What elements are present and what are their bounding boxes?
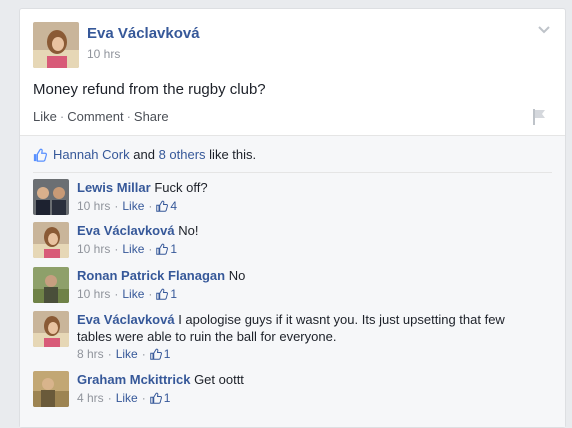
likes-suffix: like this. <box>209 147 257 162</box>
chevron-down-icon[interactable] <box>537 25 551 35</box>
comment-body: Graham Mckittrick Get oottt <box>77 371 517 388</box>
post-card: Eva Václavková 10 hrs Money refund from … <box>19 8 566 428</box>
thumbs-up-icon <box>149 348 162 360</box>
comment-meta: 10 hrs · Like · 4 <box>77 199 178 213</box>
commenter-avatar[interactable] <box>33 371 69 407</box>
comment-like-count[interactable]: 1 <box>156 242 177 256</box>
comment-body: Lewis Millar Fuck off? <box>77 179 517 196</box>
comment-like-button[interactable]: Like <box>122 287 144 301</box>
flag-icon[interactable] <box>531 108 547 126</box>
comment-timestamp[interactable]: 10 hrs <box>77 287 110 301</box>
thumbs-up-icon <box>156 243 169 255</box>
post-text: Money refund from the rugby club? <box>33 81 266 98</box>
comment-text: Fuck off? <box>154 180 208 195</box>
comments-section: Hannah Cork and 8 others like this. Lewi… <box>20 136 565 427</box>
thumbs-up-icon <box>33 148 47 162</box>
commenter-avatar[interactable] <box>33 267 69 303</box>
comment-button[interactable]: Comment <box>67 109 123 124</box>
commenter-name[interactable]: Graham Mckittrick <box>77 372 190 387</box>
comment-body: Ronan Patrick Flanagan No <box>77 267 517 284</box>
separator: · <box>59 109 65 124</box>
thumbs-up-icon <box>156 200 169 212</box>
comment-like-button[interactable]: Like <box>122 199 144 213</box>
post-header: Eva Václavková 10 hrs <box>33 22 533 70</box>
post-author-name[interactable]: Eva Václavková <box>87 25 200 42</box>
comment-body: Eva Václavková I apologise guys if it wa… <box>77 311 517 345</box>
like-count-value: 4 <box>170 199 178 213</box>
comment-body: Eva Václavková No! <box>77 222 517 239</box>
commenter-avatar[interactable] <box>33 179 69 215</box>
post-actions: Like · Comment · Share <box>33 109 169 124</box>
post-timestamp[interactable]: 10 hrs <box>87 47 120 61</box>
likes-and-text: and <box>133 147 155 162</box>
comment-meta: 10 hrs · Like · 1 <box>77 287 178 301</box>
like-count-value: 1 <box>163 391 171 405</box>
comment-text: Get oottt <box>194 372 244 387</box>
comment-timestamp[interactable]: 10 hrs <box>77 242 110 256</box>
thumbs-up-icon <box>156 288 169 300</box>
separator: · <box>126 109 131 124</box>
comment-like-count[interactable]: 1 <box>149 347 171 361</box>
thumbs-up-icon <box>149 392 162 404</box>
like-count-value: 1 <box>170 287 178 301</box>
commenter-name[interactable]: Eva Václavková <box>77 312 175 327</box>
comment-timestamp[interactable]: 8 hrs <box>77 347 104 361</box>
comment-meta: 4 hrs · Like · 1 <box>77 391 171 405</box>
comment-timestamp[interactable]: 4 hrs <box>77 391 104 405</box>
liker-name-link[interactable]: Hannah Cork <box>53 147 130 162</box>
comment-like-button[interactable]: Like <box>122 242 144 256</box>
comment-text: No <box>228 268 246 283</box>
commenter-avatar[interactable] <box>33 311 69 347</box>
comment-timestamp[interactable]: 10 hrs <box>77 199 110 213</box>
commenter-avatar[interactable] <box>33 222 69 258</box>
commenter-name[interactable]: Ronan Patrick Flanagan <box>77 268 225 283</box>
comment-meta: 10 hrs · Like · 1 <box>77 242 178 256</box>
commenter-name[interactable]: Eva Václavková <box>77 223 175 238</box>
comment-like-count[interactable]: 4 <box>156 199 177 213</box>
author-avatar[interactable] <box>33 22 79 68</box>
share-button[interactable]: Share <box>134 109 169 124</box>
likes-summary: Hannah Cork and 8 others like this. <box>33 147 256 162</box>
divider <box>33 172 552 173</box>
like-count-value: 1 <box>163 347 171 361</box>
comment-like-button[interactable]: Like <box>116 347 138 361</box>
comment-like-button[interactable]: Like <box>116 391 138 405</box>
others-link[interactable]: 8 others <box>159 147 206 162</box>
comment-meta: 8 hrs · Like · 1 <box>77 347 171 361</box>
like-button[interactable]: Like <box>33 109 57 124</box>
commenter-name[interactable]: Lewis Millar <box>77 180 151 195</box>
comment-text: No! <box>178 223 199 238</box>
comment-like-count[interactable]: 1 <box>156 287 177 301</box>
like-count-value: 1 <box>170 242 178 256</box>
comment-like-count[interactable]: 1 <box>149 391 171 405</box>
